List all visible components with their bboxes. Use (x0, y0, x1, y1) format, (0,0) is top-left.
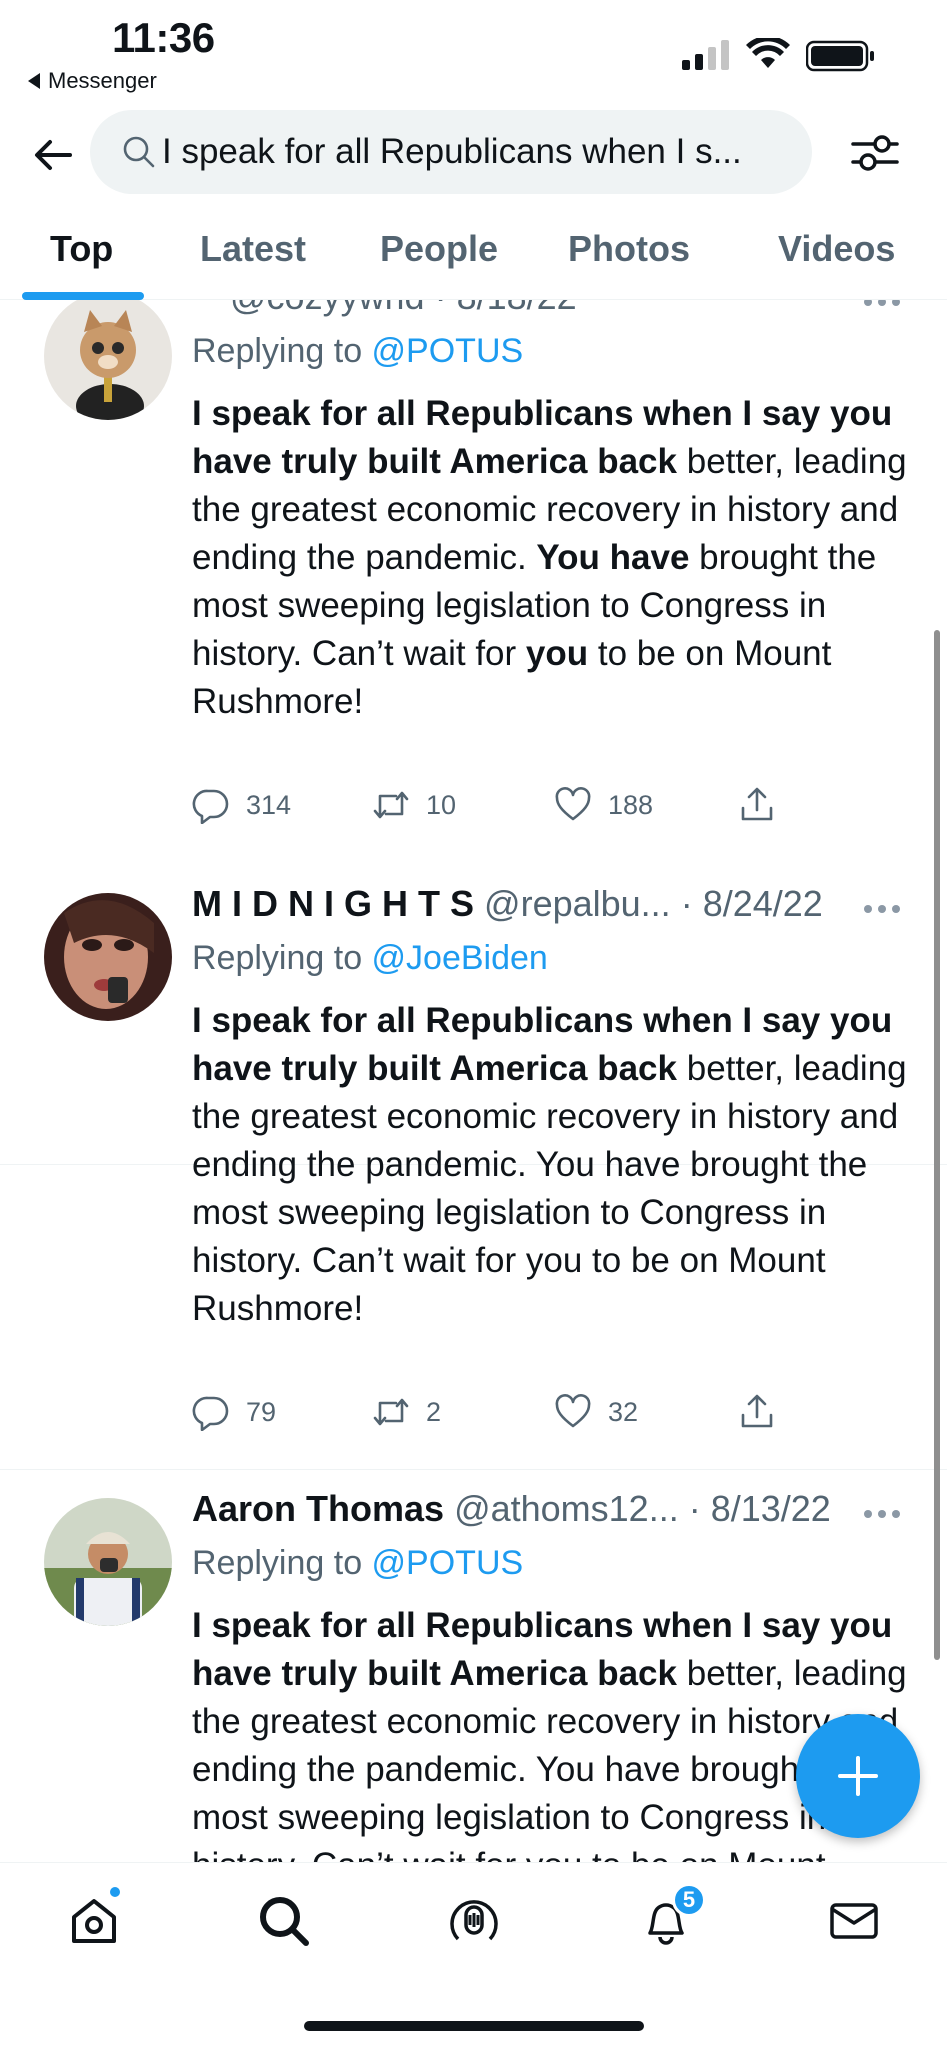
tweet-handle-date: @cozyywrld · 8/18/22 (230, 300, 577, 317)
more-dots-icon[interactable] (862, 901, 902, 917)
tweet-date: 8/13/22 (710, 1488, 831, 1529)
like-count: 32 (608, 1396, 639, 1427)
retweet-count: 10 (426, 789, 457, 820)
tab-top[interactable]: Top (50, 228, 113, 270)
reply-icon (192, 789, 229, 824)
like-button[interactable]: 188 (554, 786, 653, 824)
tab-latest[interactable]: Latest (200, 228, 306, 270)
avatar[interactable] (44, 300, 172, 420)
tweet-item[interactable]: M I D N I G H T S @repalbu... · 8/24/22 … (0, 865, 947, 1470)
tweet-actions: 79 2 32 (192, 1393, 812, 1437)
tweet-text-bold: You have (536, 538, 690, 577)
spaces-icon[interactable] (444, 1891, 504, 1951)
reply-count: 314 (246, 789, 292, 820)
arrow-left-icon[interactable] (30, 132, 76, 178)
share-button[interactable] (738, 1393, 776, 1431)
more-dots-icon[interactable] (862, 1506, 902, 1522)
replying-to: Replying to @POTUS (192, 1544, 523, 1583)
plus-icon (838, 1756, 878, 1796)
replying-to: Replying to @JoeBiden (192, 939, 548, 978)
tweet-text-bold: you (525, 634, 589, 673)
tweet-text: I speak for all Republicans when I say y… (192, 997, 912, 1333)
mention-link[interactable]: @POTUS (372, 332, 524, 370)
active-tab-indicator (22, 292, 144, 300)
tab-photos[interactable]: Photos (568, 228, 690, 270)
replying-to-label: Replying to (192, 332, 372, 370)
status-bar: 11:36 Messenger (0, 0, 947, 100)
home-indicator (304, 2021, 644, 2031)
tweet-actions: 314 10 188 (192, 786, 812, 830)
back-triangle-icon (28, 73, 40, 89)
retweet-button[interactable]: 2 (372, 1393, 441, 1431)
avatar[interactable] (44, 1498, 172, 1626)
scrollbar[interactable] (934, 630, 940, 1660)
reply-button[interactable]: 79 (192, 1393, 276, 1431)
more-dots-icon[interactable] (862, 300, 902, 310)
search-input[interactable]: I speak for all Republicans when I s... (90, 110, 812, 194)
notifications-badge: 5 (672, 1883, 706, 1917)
tweet-text: I speak for all Republicans when I say y… (192, 1602, 912, 1862)
avatar[interactable] (44, 893, 172, 1021)
tweet-handle: @athoms12... (454, 1488, 679, 1529)
retweet-icon (373, 1398, 409, 1426)
search-icon[interactable] (254, 1891, 314, 1951)
mail-icon[interactable] (824, 1891, 884, 1951)
heart-icon (555, 1394, 591, 1428)
replying-to-label: Replying to (192, 1544, 372, 1582)
retweet-count: 2 (426, 1396, 442, 1427)
tab-people[interactable]: People (380, 228, 498, 270)
share-icon (741, 787, 773, 821)
search-query-text: I speak for all Republicans when I s... (162, 132, 742, 171)
like-button[interactable]: 32 (554, 1393, 638, 1431)
reply-count: 79 (246, 1396, 277, 1427)
tweet-feed: @cozyywrld · 8/18/22 Replying to @POTUS … (0, 300, 947, 1862)
retweet-button[interactable]: 10 (372, 786, 456, 824)
status-time: 11:36 (112, 14, 215, 61)
tweet-text-part: better, leading the greatest economic re… (192, 1049, 907, 1328)
bottom-nav: 5 (0, 1862, 947, 2048)
cat-avatar-image (44, 300, 172, 420)
back-to-app-link[interactable]: Messenger (28, 68, 157, 94)
like-count: 188 (608, 789, 654, 820)
filter-sliders-icon[interactable] (850, 128, 900, 178)
wifi-icon (746, 38, 790, 68)
tab-videos[interactable]: Videos (778, 228, 895, 270)
tweet-text: I speak for all Republicans when I say y… (192, 390, 912, 726)
share-button[interactable] (738, 786, 776, 824)
share-icon (741, 1394, 773, 1428)
heart-icon (555, 787, 591, 821)
search-tabs: Top Latest People Photos Videos (0, 218, 947, 300)
replying-to: Replying to @POTUS (192, 332, 523, 371)
home-icon[interactable] (64, 1891, 124, 1951)
tweet-author-name: M I D N I G H T S (192, 883, 475, 924)
back-app-label: Messenger (48, 68, 157, 93)
retweet-icon (373, 791, 409, 819)
replying-to-label: Replying to (192, 939, 372, 977)
reply-button[interactable]: 314 (192, 786, 291, 824)
battery-icon (806, 40, 874, 72)
tweet-date: 8/24/22 (702, 883, 823, 924)
baseball-player-avatar-image (44, 1498, 172, 1626)
reply-icon (192, 1396, 229, 1431)
search-header: I speak for all Republicans when I s... (0, 110, 947, 200)
tweet-author-name: Aaron Thomas (192, 1488, 445, 1529)
cellular-signal-icon (682, 40, 729, 70)
search-icon (123, 136, 155, 168)
woman-avatar-image (44, 893, 172, 1021)
mention-link[interactable]: @JoeBiden (372, 939, 548, 977)
mention-link[interactable]: @POTUS (372, 1544, 524, 1582)
home-unread-dot (108, 1885, 122, 1899)
compose-button[interactable] (796, 1714, 920, 1838)
tweet-handle: @repalbu... (484, 883, 671, 924)
